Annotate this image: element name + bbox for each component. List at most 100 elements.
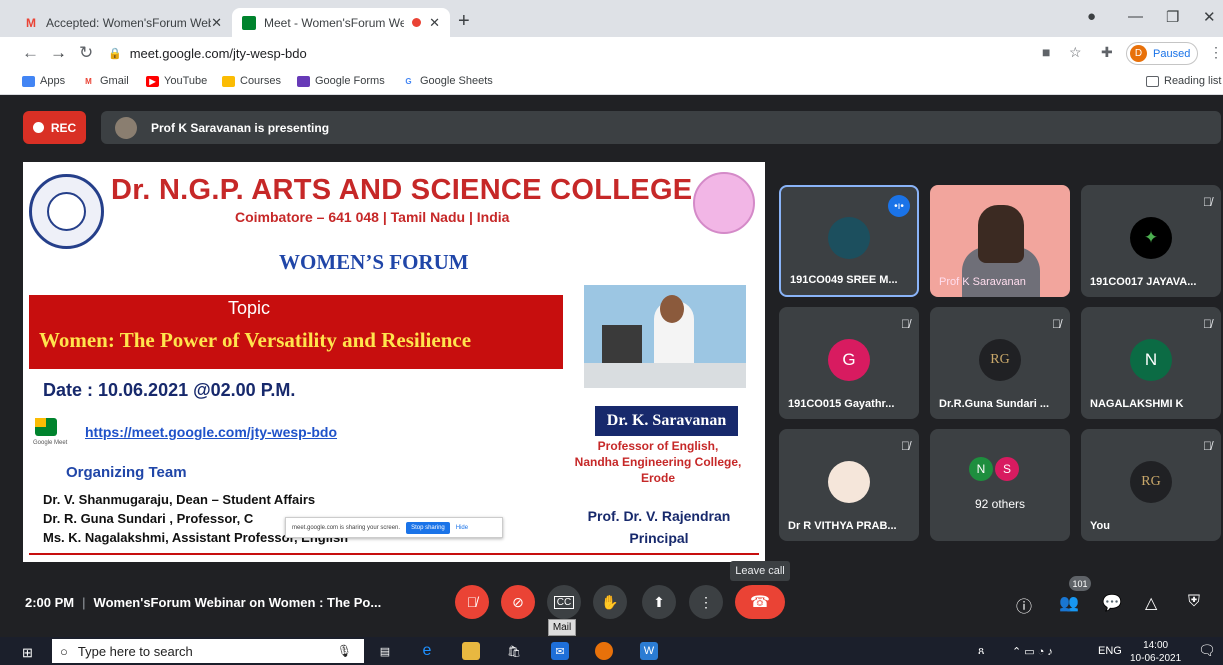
present-button[interactable]: ⬆ (642, 585, 676, 619)
restore-button[interactable]: ❐ (1166, 8, 1179, 26)
bookmark-label: Courses (240, 75, 281, 87)
tab-gmail[interactable]: M Accepted: Women'sForum Webir ✕ (14, 8, 232, 37)
minimize-button[interactable]: — (1128, 8, 1143, 25)
stop-sharing-button[interactable]: Stop sharing (406, 521, 450, 534)
others-tile[interactable]: N S 92 others (930, 429, 1070, 541)
address-bar[interactable]: 🔒 meet.google.com/jty-wesp-bdo (108, 41, 1018, 66)
windows-start-icon[interactable]: ⊞ (22, 645, 33, 661)
meet-link: https://meet.google.com/jty-wesp-bdo (85, 424, 338, 440)
task-view-icon[interactable]: ▤ (376, 642, 394, 660)
store-icon[interactable]: 🛍 (505, 642, 523, 660)
menu-icon[interactable]: ⋮ (1209, 44, 1223, 61)
bookmark-label: Google Sheets (420, 75, 493, 87)
chat-icon[interactable]: 💬 (1102, 593, 1122, 613)
avatar: G (828, 339, 870, 381)
reading-list-icon (1146, 75, 1159, 87)
bookmark-sheets[interactable]: G Google Sheets (402, 75, 493, 87)
tray-icons[interactable]: ⌃ ▭ ◔ ♪ (1012, 645, 1053, 658)
chrome-icon[interactable] (595, 642, 613, 660)
people-tray-icon[interactable]: ጸ (978, 645, 984, 658)
participant-tile[interactable]: RG 🎙̸ Dr.R.Guna Sundari ... (930, 307, 1070, 419)
mic-off-icon: 🎙̸ (466, 594, 478, 610)
participant-name: 191CO015 Gayathr... (788, 398, 895, 410)
info-icon[interactable]: ⓘ (1016, 593, 1032, 617)
organizing-team-heading: Organizing Team (66, 464, 187, 481)
bookmark-gmail[interactable]: M Gmail (82, 75, 129, 87)
close-icon[interactable]: ✕ (429, 15, 440, 31)
meeting-title: Women'sForum Webinar on Women : The Po..… (93, 595, 382, 610)
others-avatars: N S (969, 457, 1019, 481)
screen-share-notice: meet.google.com is sharing your screen. … (285, 517, 503, 538)
participant-tile[interactable]: ✦ 🎙̸ 191CO017 JAYAVA... (1081, 185, 1221, 297)
close-icon[interactable]: ✕ (211, 15, 222, 31)
people-icon[interactable]: 👥 (1059, 593, 1079, 613)
participant-name: Dr.R.Guna Sundari ... (939, 398, 1050, 410)
mail-icon[interactable]: ✉ (551, 642, 569, 660)
hide-button[interactable]: Hide (456, 525, 468, 531)
bookmark-apps[interactable]: Apps (22, 75, 65, 87)
os-taskbar: ⊞ ○ Type here to search 🎙 ▤ e 🛍 ✉ W ጸ ⌃ … (0, 637, 1223, 665)
forms-icon (297, 75, 310, 87)
captions-button[interactable]: CC (547, 585, 581, 619)
camera-icon[interactable]: ■ (1042, 44, 1050, 60)
bookmark-courses[interactable]: Courses (222, 75, 281, 87)
college-seal-icon (29, 174, 104, 249)
participant-tile[interactable]: 🎙̸ Dr R VITHYA PRAB... (779, 429, 919, 541)
raise-hand-button[interactable]: ✋ (593, 585, 627, 619)
new-tab-button[interactable]: + (458, 10, 470, 33)
edge-icon[interactable]: e (418, 642, 436, 660)
tab-meet[interactable]: Meet - Women'sForum Web ✕ (232, 8, 450, 37)
host-controls-icon[interactable]: ⛨ (1188, 593, 1200, 611)
mic-toggle-button[interactable]: 🎙̸ (455, 585, 489, 619)
hangup-icon: ☎ (750, 594, 770, 611)
reading-list-button[interactable]: Reading list (1146, 75, 1221, 87)
principal-name: Prof. Dr. V. Rajendran (587, 508, 731, 524)
language-indicator[interactable]: ENG (1098, 645, 1122, 657)
mic-off-icon: 🎙̸ (1203, 317, 1212, 331)
extensions-icon[interactable]: ✚ (1101, 44, 1113, 61)
participant-tile[interactable]: G 🎙̸ 191CO015 Gayathr... (779, 307, 919, 419)
google-icon: G (402, 75, 415, 87)
avatar: N (969, 457, 993, 481)
mic-off-icon: 🎙̸ (1203, 439, 1212, 453)
lock-icon: 🔒 (108, 48, 122, 60)
topic-banner: Topic Women: The Power of Versatility an… (29, 295, 563, 369)
speaker-detail: Professor of English, (597, 439, 719, 453)
camera-off-icon: ⊘ (512, 593, 524, 610)
more-options-button[interactable]: ⋮ (689, 585, 723, 619)
leave-call-button[interactable]: ☎ (735, 585, 785, 619)
bookmark-label: YouTube (164, 75, 208, 87)
reload-icon[interactable]: ↻ (79, 43, 93, 63)
avatar (115, 116, 137, 139)
bookmark-label: Google Forms (315, 75, 385, 87)
system-clock[interactable]: 14:00 10-06-2021 (1130, 639, 1181, 665)
mic-off-icon: 🎙̸ (901, 317, 910, 331)
participant-name: 191CO049 SREE M... (790, 274, 898, 286)
forum-title: WOMEN’S FORUM (279, 250, 469, 274)
tab-title: Accepted: Women'sForum Webir (46, 15, 212, 30)
gmail-icon: M (82, 75, 95, 87)
search-input[interactable]: ○ Type here to search 🎙 (52, 639, 364, 663)
microphone-icon[interactable]: 🎙 (337, 644, 352, 658)
window-close-button[interactable]: ✕ (1203, 8, 1216, 26)
recording-icon (412, 18, 422, 27)
forward-icon[interactable]: → (50, 43, 67, 63)
self-tile[interactable]: RG 🎙̸ You (1081, 429, 1221, 541)
participant-tile[interactable]: •ı• 191CO049 SREE M... (779, 185, 919, 297)
bookmark-youtube[interactable]: ▶ YouTube (146, 75, 207, 87)
speaking-indicator-icon: •ı• (888, 195, 910, 217)
word-icon[interactable]: W (640, 642, 658, 660)
profile-button[interactable]: D Paused (1126, 42, 1198, 65)
back-icon[interactable]: ← (22, 43, 39, 63)
bookmark-star-icon[interactable]: ☆ (1069, 44, 1082, 61)
event-date: Date : 10.06.2021 @02.00 P.M. (43, 380, 296, 400)
participant-tile[interactable]: N 🎙̸ NAGALAKSHMI K (1081, 307, 1221, 419)
activities-icon[interactable]: △ (1145, 593, 1157, 613)
notifications-icon[interactable]: 🗨 (1198, 642, 1216, 659)
participant-tile[interactable]: Prof K Saravanan (930, 185, 1070, 297)
clock-time: 14:00 (1143, 640, 1169, 651)
file-explorer-icon[interactable] (462, 642, 480, 660)
profile-menu-icon[interactable]: ● (1087, 8, 1096, 25)
camera-toggle-button[interactable]: ⊘ (501, 585, 535, 619)
bookmark-forms[interactable]: Google Forms (297, 75, 385, 87)
